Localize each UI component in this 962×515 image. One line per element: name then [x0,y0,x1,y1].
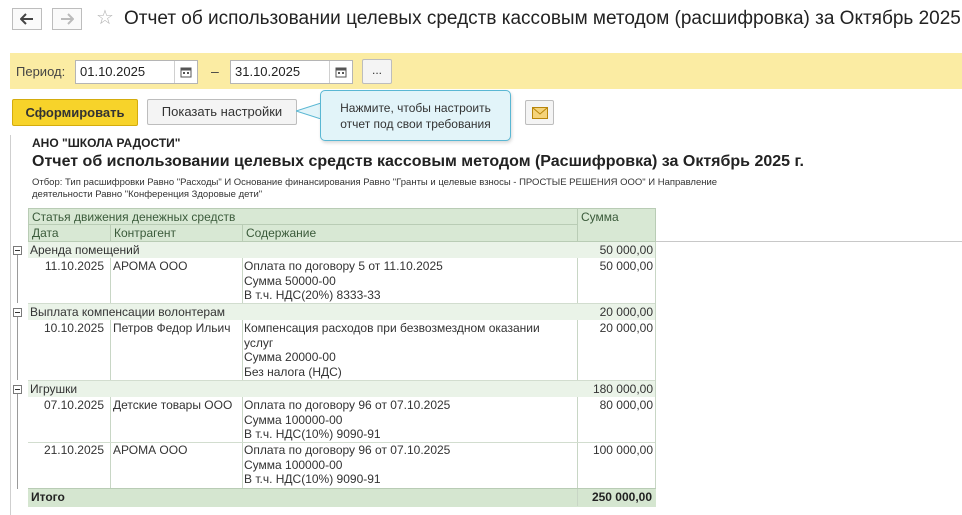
group-sum: 50 000,00 [599,243,653,257]
date-to-input[interactable]: 31.10.2025 [230,60,353,84]
column-header-date-text: Дата [32,226,59,240]
content-line: Оплата по договору 5 от 11.10.2025 [244,259,443,273]
report-filter: Отбор: Тип расшифровки Равно "Расходы" И… [32,177,822,201]
content-line: В т.ч. НДС(20%) 8333-33 [244,288,381,302]
column-separator [110,319,111,380]
total-sum: 250 000,00 [591,490,652,504]
period-label: Период: [16,64,66,79]
date-from-input[interactable]: 01.10.2025 [75,60,198,84]
back-button[interactable] [12,8,42,30]
table-right-line [655,241,962,242]
tree-line [17,393,18,489]
select-period-button[interactable]: ... [362,59,392,84]
column-header-counterparty: Контрагент [110,224,243,242]
generate-button[interactable]: Сформировать [12,99,138,126]
content-line: В т.ч. НДС(10%) 9090-91 [244,472,381,486]
row-content: Оплата по договору 96 от 07.10.2025 Сумм… [244,443,576,487]
row-content: Оплата по договору 96 от 07.10.2025 Сумм… [244,398,576,442]
content-line: Сумма 100000-00 [244,412,343,427]
tooltip-pointer [296,103,322,119]
content-line: Сумма 20000-00 [244,350,336,364]
envelope-icon [531,106,548,119]
row-counterparty: АРОМА ООО [113,443,188,457]
row-content: Компенсация расходов при безвозмездном о… [244,321,576,379]
calendar-icon[interactable] [174,61,197,83]
content-line: Сумма 100000-00 [244,457,343,472]
date-from-value: 01.10.2025 [80,64,146,79]
group-name: Игрушки [30,382,78,396]
row-sum: 100 000,00 [592,443,653,457]
content-line: Сумма 50000-00 [244,273,336,288]
column-header-article: Статья движения денежных средств [28,208,578,225]
column-header-sum: Сумма [577,208,656,242]
row-sum: 50 000,00 [599,259,653,273]
tree-line [17,316,18,380]
collapse-icon[interactable] [13,385,22,394]
settings-tooltip: Нажмите, чтобы настроить отчет под свои … [320,90,511,141]
column-header-content-text: Содержание [246,226,317,240]
row-date: 10.10.2025 [43,321,104,335]
collapse-icon[interactable] [13,246,22,255]
show-settings-button[interactable]: Показать настройки [147,99,297,125]
content-line: В т.ч. НДС(10%) 9090-91 [244,427,381,441]
column-separator [242,319,243,380]
tree-line [17,255,18,303]
date-to-value: 31.10.2025 [235,64,301,79]
filter-line: Отбор: Тип расшифровки Равно "Расходы" И… [32,177,718,188]
content-line: Без налога (НДС) [244,364,342,379]
content-line: услуг [244,335,274,350]
column-separator [655,242,656,507]
row-counterparty: Детские товары ООО [113,398,233,412]
row-date: 11.10.2025 [44,259,104,273]
calendar-icon[interactable] [329,61,352,83]
column-header-counterparty-text: Контрагент [114,226,177,240]
tooltip-text-line1: Нажмите, чтобы настроить [340,101,491,115]
tooltip-text-line2: отчет под свои требования [340,117,491,131]
organization-name: АНО "ШКОЛА РАДОСТИ" [32,136,181,150]
forward-button[interactable] [52,8,82,30]
group-name: Аренда помещений [30,243,140,257]
content-line: Компенсация расходов при безвозмездном о… [244,321,540,335]
row-sum: 20 000,00 [599,321,653,335]
row-date: 07.10.2025 [43,398,104,412]
content-line: Оплата по договору 96 от 07.10.2025 [244,398,451,412]
arrow-right-icon [61,13,74,25]
row-content: Оплата по договору 5 от 11.10.2025 Сумма… [244,259,576,303]
column-header-content: Содержание [242,224,578,242]
content-line: Оплата по договору 96 от 07.10.2025 [244,443,451,457]
row-counterparty: АРОМА ООО [113,259,188,273]
column-header-date: Дата [28,224,111,242]
total-row [28,488,656,507]
group-sum: 180 000,00 [592,382,653,396]
send-email-button[interactable] [525,100,554,125]
arrow-left-icon [20,13,33,25]
report-left-border [10,135,11,515]
period-separator: – [211,63,219,79]
row-date: 21.10.2025 [43,443,104,457]
star-icon[interactable]: ☆ [96,7,114,29]
column-header-sum-text: Сумма [581,210,619,224]
total-label: Итого [31,490,65,504]
group-row[interactable] [28,381,655,397]
collapse-icon[interactable] [13,308,22,317]
page-title: Отчет об использовании целевых средств к… [124,8,962,29]
column-header-article-text: Статья движения денежных средств [32,210,236,224]
group-sum: 20 000,00 [599,305,653,319]
row-counterparty: Петров Федор Ильич [113,321,231,335]
report-title: Отчет об использовании целевых средств к… [32,153,804,170]
group-name: Выплата компенсации волонтерам [30,305,226,319]
row-sum: 80 000,00 [599,398,653,412]
filter-line: деятельности Равно "Конференция Здоровые… [32,189,263,200]
